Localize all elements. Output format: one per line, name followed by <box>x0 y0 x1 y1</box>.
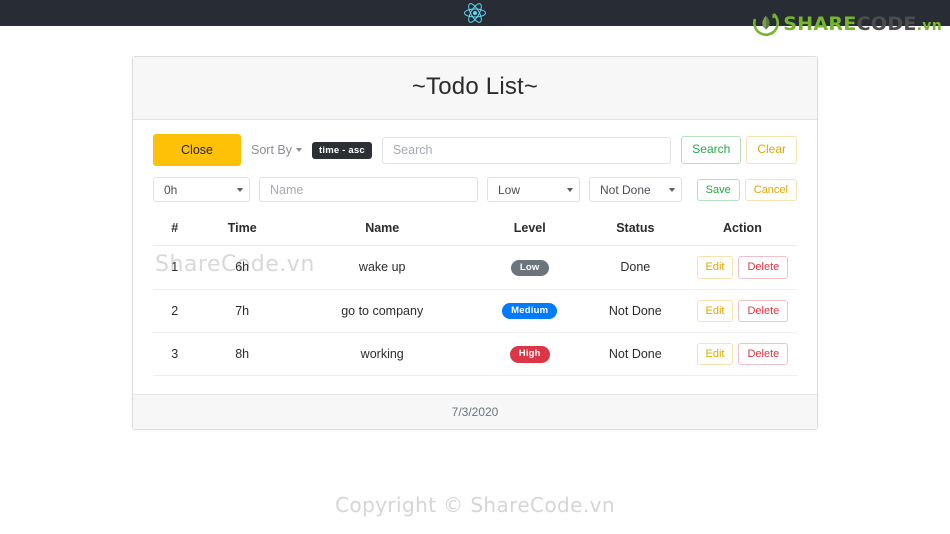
sort-order-badge: time - asc <box>312 141 372 159</box>
cell-status: Done <box>582 245 688 290</box>
chevron-down-icon <box>296 148 302 153</box>
cell-time: 6h <box>196 245 288 290</box>
table-row: 3 8h working High Not Done Edit Delete <box>153 332 797 377</box>
add-todo-form: 0h Low Not Done Save Cancel <box>153 177 797 203</box>
cell-num: 1 <box>153 245 197 290</box>
delete-button[interactable]: Delete <box>738 256 789 279</box>
header-num: # <box>153 215 197 247</box>
level-badge: Low <box>510 259 549 277</box>
table-row: 2 7h go to company Medium Not Done Edit … <box>153 289 797 333</box>
header-time: Time <box>196 215 288 247</box>
todo-card: ~Todo List~ Close Sort By time - asc Sea… <box>132 56 818 431</box>
card-header: ~Todo List~ <box>133 57 817 120</box>
cell-name: working <box>287 332 477 377</box>
edit-button[interactable]: Edit <box>696 256 734 279</box>
sort-by-dropdown[interactable]: Sort By <box>251 143 302 157</box>
save-button[interactable]: Save <box>696 178 740 201</box>
card-footer: 7/3/2020 <box>133 394 817 430</box>
edit-button[interactable]: Edit <box>696 342 734 366</box>
page-title: ~Todo List~ <box>411 73 539 100</box>
toolbar-actions: Search Clear <box>681 136 797 164</box>
level-badge: Medium <box>502 302 558 320</box>
row-action-group: Edit Delete <box>692 299 793 322</box>
react-logo-svg <box>464 3 486 23</box>
chevron-down-icon <box>237 187 243 192</box>
toolbar: Close Sort By time - asc Search Clear <box>153 134 797 167</box>
edit-button[interactable]: Edit <box>696 299 734 322</box>
sharecode-leaf-icon <box>753 10 780 39</box>
level-select-value: Low <box>498 182 521 197</box>
header-name: Name <box>287 215 477 247</box>
search-input[interactable] <box>381 136 672 164</box>
header-action: Action <box>687 215 797 247</box>
cell-name: wake up <box>287 245 477 290</box>
row-action-group: Edit Delete <box>692 342 793 366</box>
header-level: Level <box>476 215 583 247</box>
header-status: Status <box>582 215 688 247</box>
todo-table: # Time Name Level Status Action 1 6h wak… <box>153 215 797 377</box>
cell-num: 3 <box>153 332 197 377</box>
search-button[interactable]: Search <box>681 136 742 164</box>
cell-level: High <box>476 332 583 377</box>
brand-text-group: SHARECODE.vn <box>783 15 942 34</box>
chevron-down-icon <box>669 187 675 192</box>
sort-by-label: Sort By <box>251 143 292 158</box>
cell-num: 2 <box>153 289 197 333</box>
sharecode-leaf-svg <box>753 10 780 36</box>
clear-button[interactable]: Clear <box>746 136 797 164</box>
cancel-button[interactable]: Cancel <box>744 178 797 201</box>
sharecode-brand-logo: SHARECODE.vn <box>753 10 942 39</box>
table-body: 1 6h wake up Low Done Edit Delete 2 7h g… <box>153 245 797 377</box>
time-select-value: 0h <box>164 182 178 197</box>
cell-time: 8h <box>196 332 288 377</box>
card-body: Close Sort By time - asc Search Clear 0h… <box>133 120 817 394</box>
react-logo-icon <box>464 2 486 24</box>
level-select[interactable]: Low <box>487 177 580 203</box>
name-input[interactable] <box>259 177 478 203</box>
cell-status: Not Done <box>582 289 688 333</box>
table-head: # Time Name Level Status Action <box>153 215 797 247</box>
table-header-row: # Time Name Level Status Action <box>153 215 797 247</box>
delete-button[interactable]: Delete <box>738 342 789 366</box>
close-button[interactable]: Close <box>153 134 241 167</box>
status-select[interactable]: Not Done <box>589 177 682 203</box>
watermark-copyright: Copyright © ShareCode.vn <box>335 493 615 517</box>
level-badge: High <box>509 346 550 363</box>
status-select-value: Not Done <box>600 182 651 197</box>
cell-action: Edit Delete <box>687 332 797 377</box>
brand-share-text: SHARE <box>783 13 857 35</box>
cell-status: Not Done <box>582 332 688 377</box>
cell-time: 7h <box>196 289 288 333</box>
row-action-group: Edit Delete <box>692 256 793 279</box>
time-select[interactable]: 0h <box>153 177 250 203</box>
table-row: 1 6h wake up Low Done Edit Delete <box>153 245 797 290</box>
delete-button[interactable]: Delete <box>738 299 789 322</box>
brand-code-text: CODE <box>856 13 917 35</box>
chevron-down-icon <box>567 187 573 192</box>
brand-vn-text: .vn <box>916 18 942 34</box>
cell-name: go to company <box>287 289 477 333</box>
cell-action: Edit Delete <box>687 245 797 290</box>
form-actions: Save Cancel <box>696 178 797 201</box>
cell-level: Medium <box>476 289 583 333</box>
cell-level: Low <box>476 245 583 290</box>
cell-action: Edit Delete <box>687 289 797 333</box>
